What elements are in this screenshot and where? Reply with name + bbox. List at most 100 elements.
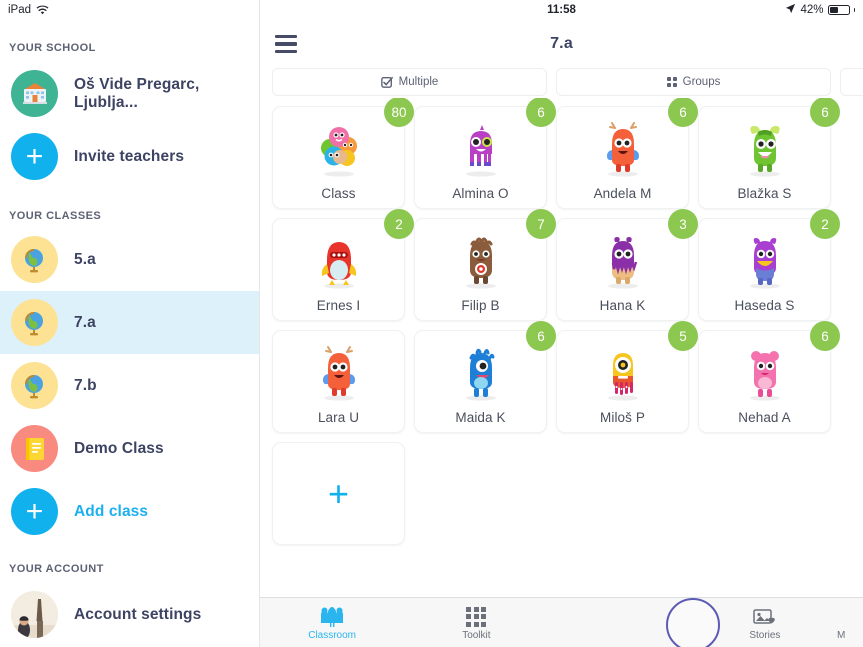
- student-card[interactable]: 6 Maida K: [414, 321, 556, 433]
- multiple-button[interactable]: Multiple: [272, 68, 547, 96]
- globe-icon: [11, 299, 58, 346]
- status-bar-left: iPad: [0, 0, 259, 20]
- grid-dots-icon: [466, 605, 487, 627]
- toolbar: Multiple Groups: [260, 68, 863, 98]
- points-badge: 80: [384, 98, 414, 127]
- sidebar-item-class-5a[interactable]: 5.a: [0, 228, 259, 291]
- sidebar-item-class-7a[interactable]: 7.a: [0, 291, 259, 354]
- class-label-7b: 7.b: [74, 376, 97, 394]
- student-card[interactable]: 6 Nehad A: [698, 321, 840, 433]
- sidebar-item-invite-teachers[interactable]: + Invite teachers: [0, 125, 259, 188]
- section-label-your-school: YOUR SCHOOL: [9, 42, 96, 54]
- student-name: Maida K: [455, 410, 506, 425]
- student-card[interactable]: Lara U: [272, 330, 405, 433]
- sidebar-item-school[interactable]: Oš Vide Pregarc, Ljublja...: [0, 62, 259, 125]
- demo-class-label: Demo Class: [74, 439, 164, 457]
- tab-stories[interactable]: Stories: [693, 605, 837, 641]
- points-badge: 6: [810, 98, 840, 127]
- classdojo-app: iPad YOUR SCHOOL Oš Vide Pregarc, Ljublj…: [0, 0, 863, 647]
- purple-drip-monster-icon: [557, 228, 688, 291]
- photo-heart-icon: [753, 605, 777, 627]
- violet-beak-monster-icon: [699, 228, 830, 291]
- student-name: Blažka S: [737, 186, 792, 201]
- student-card[interactable]: 5 Miloš P: [556, 321, 698, 433]
- plus-icon: +: [11, 133, 58, 180]
- tab-more-label: M: [837, 629, 846, 641]
- section-label-your-classes: YOUR CLASSES: [9, 210, 102, 222]
- tab-more[interactable]: M: [837, 605, 863, 641]
- tab-classroom-label: Classroom: [308, 629, 357, 641]
- student-card[interactable]: 6 Blažka S: [698, 98, 840, 209]
- status-bar-right: 11:58 42%: [260, 0, 863, 20]
- orange-antler-monster-icon: [557, 116, 688, 179]
- plus-icon: +: [11, 488, 58, 535]
- points-badge: 6: [526, 98, 556, 127]
- sidebar: iPad YOUR SCHOOL Oš Vide Pregarc, Ljublj…: [0, 0, 260, 647]
- multiple-button-label: Multiple: [398, 76, 439, 88]
- red-rocket-monster-icon: [273, 228, 404, 291]
- groups-button-label: Groups: [682, 76, 721, 88]
- battery-percent: 42%: [800, 4, 824, 16]
- student-name: Nehad A: [738, 410, 791, 425]
- student-name: Ernes I: [316, 298, 361, 313]
- points-badge: 5: [668, 321, 698, 351]
- tab-toolkit[interactable]: Toolkit: [404, 605, 548, 641]
- blue-furry-monster-icon: [415, 340, 546, 403]
- student-card[interactable]: 6 Almina O: [414, 98, 556, 209]
- hamburger-menu-icon[interactable]: [275, 34, 297, 54]
- points-badge: 7: [526, 209, 556, 239]
- checkbox-check-icon: [380, 76, 393, 88]
- device-label: iPad: [8, 4, 32, 16]
- sidebar-item-add-class[interactable]: + Add class: [0, 480, 259, 543]
- navbar: 7.a: [260, 20, 863, 68]
- add-class-label: Add class: [74, 502, 149, 520]
- tabbar: Classroom Toolkit Stories M: [260, 597, 863, 647]
- globe-icon: [11, 236, 58, 283]
- student-card[interactable]: 3 Hana K: [556, 209, 698, 321]
- main-panel: 11:58 42% 7.a Multiple Groups 80 Class 6…: [260, 0, 863, 647]
- student-name: Miloš P: [600, 410, 645, 425]
- student-name: Filip B: [461, 298, 500, 313]
- sidebar-item-account-settings[interactable]: Account settings: [0, 583, 259, 646]
- points-badge: 6: [526, 321, 556, 351]
- student-name: Haseda S: [734, 298, 795, 313]
- student-card[interactable]: 80 Class: [272, 98, 414, 209]
- points-badge: 6: [810, 321, 840, 351]
- student-grid: 80 Class 6 Almina O 6 Andela M 6 Blažka S 2 Ernes…: [272, 98, 863, 545]
- sidebar-item-demo-class[interactable]: Demo Class: [0, 417, 259, 480]
- student-card[interactable]: 7 Filip B: [414, 209, 556, 321]
- page-title: 7.a: [550, 35, 573, 52]
- student-grid-container: 80 Class 6 Almina O 6 Andela M 6 Blažka S 2 Ernes…: [260, 98, 863, 647]
- student-name: Class: [321, 186, 356, 201]
- wifi-icon: [36, 5, 49, 16]
- notebook-icon: [11, 425, 58, 472]
- green-horned-monster-icon: [699, 116, 830, 179]
- account-settings-label: Account settings: [74, 605, 202, 623]
- toolbar-button-3[interactable]: [840, 68, 863, 96]
- student-name: Lara U: [317, 410, 360, 425]
- student-card[interactable]: 2 Ernes I: [272, 209, 414, 321]
- tab-spacer: [549, 610, 693, 635]
- student-card[interactable]: 6 Andela M: [556, 98, 698, 209]
- tab-stories-label: Stories: [749, 629, 781, 641]
- groups-button[interactable]: Groups: [556, 68, 831, 96]
- class-label-5a: 5.a: [74, 250, 96, 268]
- student-name: Almina O: [452, 186, 509, 201]
- avatar: [11, 591, 58, 638]
- pink-bear-monster-icon: [699, 340, 830, 403]
- tab-classroom[interactable]: Classroom: [260, 605, 404, 641]
- student-card[interactable]: 2 Haseda S: [698, 209, 840, 321]
- add-student-card[interactable]: +: [272, 442, 405, 545]
- school-name: Oš Vide Pregarc, Ljublja...: [74, 75, 200, 111]
- school-building-icon: [11, 70, 58, 117]
- sidebar-item-class-7b[interactable]: 7.b: [0, 354, 259, 417]
- purple-squid-monster-icon: [415, 116, 546, 179]
- points-badge: 2: [810, 209, 840, 239]
- location-arrow-icon: [785, 3, 796, 17]
- invite-teachers-label: Invite teachers: [74, 147, 185, 165]
- section-label-your-account: YOUR ACCOUNT: [9, 563, 104, 575]
- classroom-monsters-icon: [317, 605, 347, 627]
- status-battery: 42%: [785, 3, 855, 17]
- student-name: Andela M: [593, 186, 652, 201]
- points-badge: 6: [668, 98, 698, 127]
